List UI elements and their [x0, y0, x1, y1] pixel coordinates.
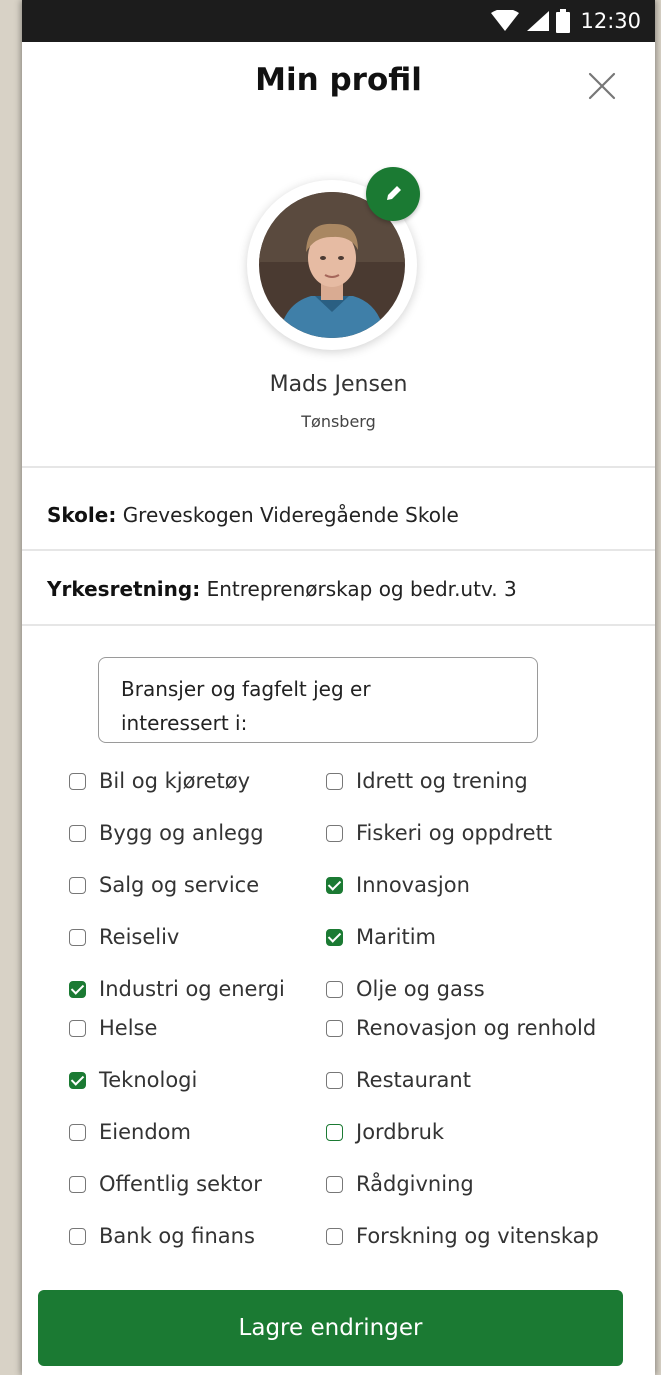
wifi-icon — [491, 10, 520, 31]
edit-avatar-button[interactable] — [366, 167, 420, 221]
page-title: Min profil — [255, 62, 422, 98]
checkbox-item[interactable]: Offentlig sektor — [69, 1169, 262, 1199]
checkbox-label: Renovasjon og renhold — [356, 1016, 597, 1040]
checkbox-item[interactable]: Jordbruk — [326, 1117, 444, 1147]
checkbox-unchecked[interactable] — [69, 1175, 86, 1193]
checkbox-unchecked[interactable] — [69, 1227, 86, 1245]
phone-screen: 12:30 Min profil Mads Jensen Tønsberg Sk… — [22, 0, 655, 1375]
save-button[interactable]: Lagre endringer — [38, 1290, 623, 1366]
checkbox-label: Salg og service — [99, 873, 260, 897]
checkbox-label: Maritim — [356, 925, 436, 949]
checkbox-unchecked[interactable] — [69, 928, 86, 946]
program-row: Yrkesretning: Entreprenørskap og bedr.ut… — [47, 577, 517, 601]
school-row: Skole: Greveskogen Videregående Skole — [47, 503, 459, 527]
status-time: 12:30 — [580, 9, 641, 33]
checkbox-label: Eiendom — [99, 1120, 191, 1144]
checkbox-item[interactable]: Fiskeri og oppdrett — [326, 818, 552, 848]
checkbox-unchecked[interactable] — [69, 824, 86, 842]
interests-heading-line: Bransjer og fagfelt jeg er — [121, 677, 371, 701]
checkbox-label: Industri og energi — [99, 977, 285, 1001]
checkbox-unchecked[interactable] — [69, 1019, 86, 1037]
battery-icon — [556, 9, 571, 33]
checkbox-item[interactable]: Teknologi — [69, 1065, 197, 1095]
divider — [22, 624, 655, 626]
checkbox-item[interactable]: Maritim — [326, 922, 436, 952]
checkbox-unchecked[interactable] — [326, 1071, 343, 1089]
checkbox-label: Olje og gass — [356, 977, 485, 1001]
checkbox-item[interactable]: Renovasjon og renhold — [326, 1013, 596, 1043]
checkbox-item[interactable]: Innovasjon — [326, 870, 470, 900]
checkbox-item[interactable]: Industri og energi — [69, 974, 285, 1004]
checkbox-label: Innovasjon — [356, 873, 470, 897]
checkbox-unchecked[interactable] — [326, 772, 343, 790]
checkbox-label: Bank og finans — [99, 1224, 255, 1248]
checkbox-item[interactable]: Salg og service — [69, 870, 259, 900]
checkbox-item[interactable]: Bank og finans — [69, 1221, 255, 1251]
checkbox-unchecked[interactable] — [326, 1227, 343, 1245]
checkbox-label: Jordbruk — [356, 1120, 445, 1144]
checkbox-unchecked[interactable] — [69, 876, 86, 894]
checkbox-unchecked[interactable] — [69, 1123, 86, 1141]
divider — [22, 466, 655, 468]
checkbox-label: Rådgivning — [356, 1172, 474, 1196]
program-value: Entreprenørskap og bedr.utv. 3 — [206, 577, 517, 601]
checkbox-label: Idrett og trening — [356, 769, 528, 793]
checkbox-label: Helse — [99, 1016, 158, 1040]
checkbox-item[interactable]: Restaurant — [326, 1065, 471, 1095]
checkbox-label: Reiseliv — [99, 925, 180, 949]
checkbox-item[interactable]: Bygg og anlegg — [69, 818, 264, 848]
checkbox-label: Fiskeri og oppdrett — [356, 821, 553, 845]
checkbox-checked[interactable] — [69, 980, 86, 998]
checkbox-item[interactable]: Helse — [69, 1013, 157, 1043]
divider — [22, 549, 655, 551]
checkbox-item[interactable]: Forskning og vitenskap — [326, 1221, 599, 1251]
interests-heading-line: interessert i: — [121, 711, 248, 735]
school-value: Greveskogen Videregående Skole — [122, 503, 459, 527]
checkbox-label: Bygg og anlegg — [99, 821, 264, 845]
checkbox-unchecked[interactable] — [326, 1019, 343, 1037]
checkbox-unchecked[interactable] — [326, 980, 343, 998]
checkbox-unchecked[interactable] — [326, 1175, 343, 1193]
checkbox-item[interactable]: Bil og kjøretøy — [69, 766, 250, 796]
checkbox-unchecked[interactable] — [326, 824, 343, 842]
checkbox-label: Restaurant — [356, 1068, 471, 1092]
close-icon[interactable] — [586, 70, 618, 102]
checkbox-item[interactable]: Olje og gass — [326, 974, 485, 1004]
status-bar: 12:30 — [22, 0, 655, 42]
checkbox-unchecked[interactable] — [326, 1123, 343, 1141]
checkbox-item[interactable]: Idrett og trening — [326, 766, 528, 796]
checkbox-item[interactable]: Reiseliv — [69, 922, 179, 952]
checkbox-item[interactable]: Rådgivning — [326, 1169, 474, 1199]
checkbox-label: Forskning og vitenskap — [356, 1224, 599, 1248]
interests-heading: Bransjer og fagfelt jeg er interessert i… — [98, 657, 538, 743]
checkbox-item[interactable]: Eiendom — [69, 1117, 191, 1147]
profile-name: Mads Jensen — [269, 372, 408, 397]
checkbox-label: Teknologi — [99, 1068, 198, 1092]
checkbox-label: Bil og kjøretøy — [99, 769, 251, 793]
checkbox-checked[interactable] — [69, 1071, 86, 1089]
checkbox-unchecked[interactable] — [69, 772, 86, 790]
pencil-icon — [387, 186, 401, 200]
profile-city: Tønsberg — [301, 412, 376, 431]
school-label: Skole: — [47, 503, 117, 527]
checkbox-checked[interactable] — [326, 928, 343, 946]
program-label: Yrkesretning: — [47, 577, 201, 601]
checkbox-label: Offentlig sektor — [99, 1172, 262, 1196]
checkbox-checked[interactable] — [326, 876, 343, 894]
signal-icon — [527, 11, 550, 31]
